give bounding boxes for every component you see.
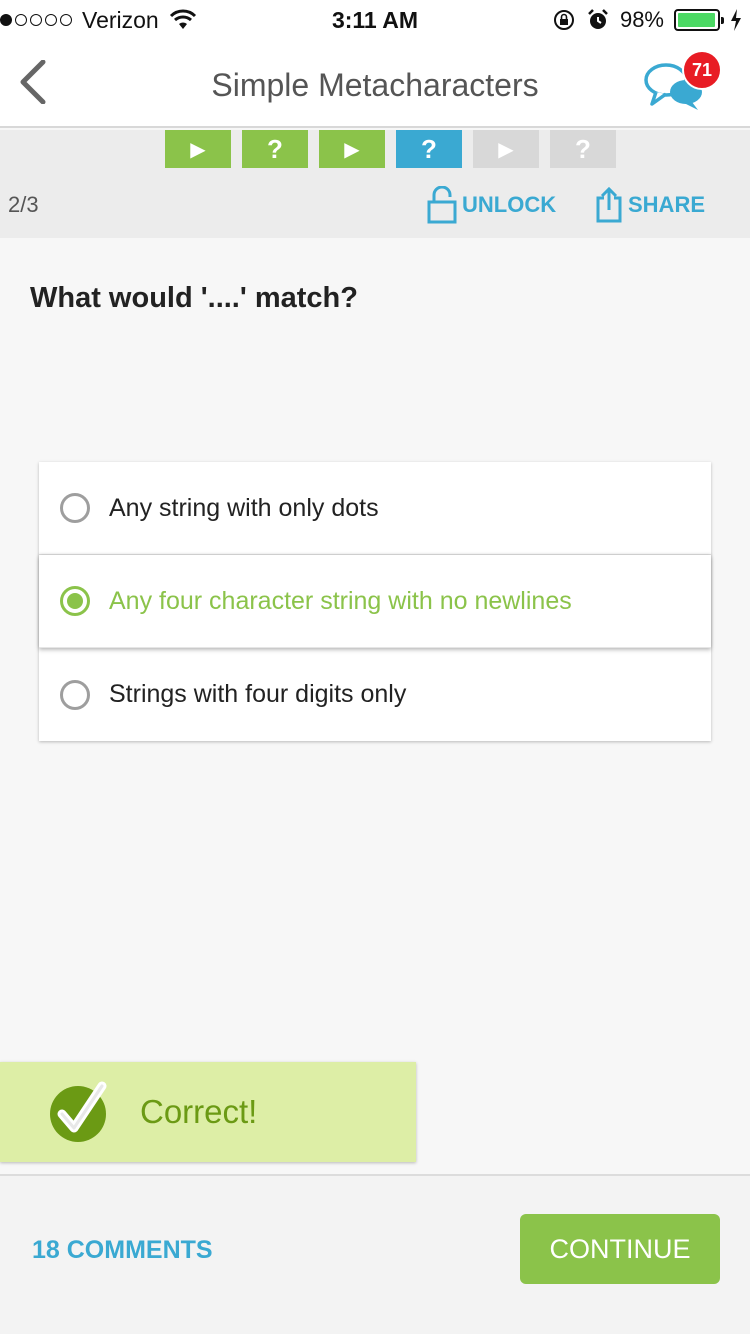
answer-option[interactable]: Strings with four digits only [39, 648, 711, 741]
footer-bar: 18 COMMENTS CONTINUE [0, 1174, 750, 1334]
status-bar: Verizon 3:11 AM 98% [0, 0, 750, 40]
discussion-button[interactable]: 71 [642, 50, 722, 116]
play-icon: ▶ [498, 138, 514, 161]
share-button[interactable]: SHARE [594, 186, 705, 224]
continue-button[interactable]: CONTINUE [520, 1214, 720, 1284]
question-mark-icon: ? [267, 133, 283, 164]
progress-step-quiz[interactable]: ? [396, 130, 462, 168]
answer-option-label: Any string with only dots [109, 493, 379, 522]
progress-step-lesson[interactable]: ▶ [319, 130, 385, 168]
alarm-icon [588, 9, 608, 29]
unlock-label: UNLOCK [462, 192, 557, 217]
battery-icon [674, 9, 724, 31]
feedback-label: Correct! [140, 1093, 258, 1130]
radio-button[interactable] [60, 586, 90, 616]
play-icon: ▶ [344, 138, 360, 161]
lesson-progress-area: ▶? ▶? ▶? 2/3 UNLOCK SHARE [0, 130, 750, 238]
answer-option-label: Any four character string with no newlin… [109, 586, 572, 615]
progress-steps: ▶? ▶? ▶? [165, 130, 616, 168]
progress-step-quiz[interactable]: ? [550, 130, 616, 168]
page-counter: 2/3 [8, 192, 39, 217]
question-mark-icon: ? [421, 133, 437, 164]
progress-step-lesson[interactable]: ▶ [165, 130, 231, 168]
answer-option-label: Strings with four digits only [109, 680, 407, 708]
correct-feedback-banner: Correct! [0, 1062, 416, 1162]
question-text: What would '....' match? [30, 282, 358, 314]
question-mark-icon: ? [575, 133, 591, 164]
battery-fill [678, 13, 716, 27]
comments-link[interactable]: 18 COMMENTS [32, 1236, 213, 1265]
battery-percent: 98% [619, 7, 664, 32]
checkmark-icon [50, 1081, 107, 1142]
radio-button[interactable] [60, 679, 90, 710]
answer-option[interactable]: Any string with only dots [39, 462, 711, 555]
answer-options: Any string with only dots Any four charac… [39, 462, 711, 741]
unlock-button[interactable]: UNLOCK [426, 186, 556, 224]
page-title: Simple Metacharacters [211, 67, 539, 103]
padlock-icon [427, 186, 457, 224]
share-icon [596, 186, 622, 223]
progress-step-lesson[interactable]: ▶ [473, 130, 539, 168]
progress-step-quiz[interactable]: ? [242, 130, 308, 168]
status-right: 98% [552, 6, 742, 34]
rotation-lock-icon [553, 10, 574, 30]
share-label: SHARE [628, 192, 706, 217]
notification-badge: 71 [682, 50, 722, 90]
play-icon: ▶ [190, 138, 206, 161]
charging-icon [731, 9, 741, 31]
answer-option[interactable]: Any four character string with no newlin… [39, 555, 711, 648]
nav-header: Simple Metacharacters 71 [0, 40, 750, 128]
radio-button[interactable] [60, 493, 90, 523]
